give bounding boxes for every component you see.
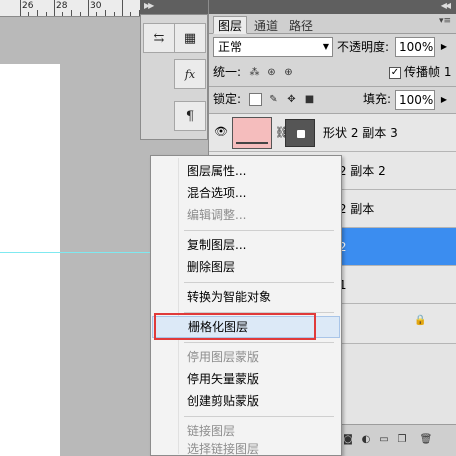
unify-visibility-icon[interactable]: ⊛ <box>265 66 278 79</box>
history-panel-button[interactable]: ⇆ <box>143 23 175 53</box>
layer-context-menu: 图层属性... 混合选项... 编辑调整... 复制图层... 删除图层 转换为… <box>150 155 342 456</box>
propagate-label: 传播帧 1 <box>404 65 452 79</box>
history-icon: ⇆ <box>153 30 165 46</box>
unify-position-icon[interactable]: ⁂ <box>248 66 261 79</box>
propagate-checkbox[interactable]: ✓ <box>389 67 401 79</box>
annotation-highlight-box <box>154 313 316 340</box>
blend-mode-select[interactable]: 正常 ▼ <box>213 37 333 57</box>
menu-separator <box>184 230 334 231</box>
ruler-label: 28 <box>56 1 68 11</box>
canvas-document[interactable] <box>0 64 60 456</box>
delete-layer-icon[interactable]: 🗑 <box>419 433 433 447</box>
lock-move-icon[interactable]: ✥ <box>285 93 298 106</box>
menu-separator <box>184 282 334 283</box>
menu-item-link-layers[interactable]: 链接图层 <box>152 420 340 442</box>
opacity-label: 不透明度: <box>337 40 390 54</box>
paragraph-icon: ¶ <box>185 108 195 124</box>
styles-panel-button[interactable]: fx <box>174 59 206 89</box>
layer-row[interactable]: 👁 ⛓ 形状 2 副本 3 <box>209 114 456 152</box>
menu-item-blending-options[interactable]: 混合选项... <box>152 182 340 204</box>
divider <box>209 86 456 87</box>
collapsed-panel-dock: ▶▶ ⇆ ▦ fx ¶ <box>140 0 208 140</box>
lock-all-icon[interactable]: ■ <box>303 93 316 106</box>
layer-lock-icon: 🔒 <box>414 315 427 326</box>
tab-layers[interactable]: 图层 <box>213 16 248 34</box>
dock-icon-strip: ⇆ ▦ fx ¶ <box>140 14 208 140</box>
add-mask-icon[interactable]: ◙ <box>341 433 355 447</box>
chevron-down-icon: ▼ <box>322 42 329 51</box>
opacity-slider-arrow-icon[interactable]: ▶ <box>437 40 451 54</box>
opacity-input[interactable]: 100% <box>395 37 435 57</box>
visibility-eye-icon[interactable]: 👁 <box>213 124 229 140</box>
adjustment-layer-icon[interactable]: ◐ <box>359 433 373 447</box>
menu-item-convert-smart-object[interactable]: 转换为智能对象 <box>152 286 340 308</box>
swatches-panel-button[interactable]: ▦ <box>174 23 206 53</box>
fill-input[interactable]: 100% <box>395 90 435 110</box>
new-group-icon[interactable]: ▭ <box>377 433 391 447</box>
lock-label: 锁定: <box>213 92 242 106</box>
menu-item-edit-adjustment[interactable]: 编辑调整... <box>152 204 340 226</box>
layer-name[interactable]: 形状 2 副本 3 <box>323 124 398 141</box>
ruler-label: 26 <box>22 1 34 11</box>
panel-header[interactable]: ◀◀ <box>209 0 456 14</box>
blend-mode-value: 正常 <box>218 40 243 54</box>
panel-menu-icon[interactable]: ▾≡ <box>439 16 451 26</box>
expand-dock-icon[interactable]: ▶▶ <box>144 1 154 10</box>
unify-style-icon[interactable]: ⊕ <box>282 66 295 79</box>
lock-paint-icon[interactable]: ✎ <box>267 93 280 106</box>
canvas-guide-line[interactable] <box>0 252 168 253</box>
menu-item-disable-layer-mask[interactable]: 停用图层蒙版 <box>152 346 340 368</box>
unify-label: 统一: <box>213 65 242 79</box>
menu-separator <box>184 416 334 417</box>
menu-item-select-linked-layers[interactable]: 选择链接图层 <box>152 440 340 456</box>
panel-tabs: 图层 通道 路径 ▾≡ <box>209 14 456 34</box>
swatches-icon: ▦ <box>183 30 197 46</box>
fill-label: 填充: <box>363 92 392 106</box>
dock-header[interactable]: ▶▶ <box>140 0 208 14</box>
tab-paths[interactable]: 路径 <box>284 16 318 34</box>
paragraph-panel-button[interactable]: ¶ <box>174 101 206 131</box>
menu-item-disable-vector-mask[interactable]: 停用矢量蒙版 <box>152 368 340 390</box>
menu-item-create-clipping-mask[interactable]: 创建剪贴蒙版 <box>152 390 340 412</box>
lock-transparency-icon[interactable] <box>249 93 262 106</box>
tab-channels[interactable]: 通道 <box>249 16 283 34</box>
vector-mask-thumbnail[interactable] <box>285 119 315 147</box>
fill-slider-arrow-icon[interactable]: ▶ <box>437 93 451 107</box>
menu-separator <box>184 342 334 343</box>
menu-item-duplicate-layer[interactable]: 复制图层... <box>152 234 340 256</box>
horizontal-ruler[interactable]: 26 28 30 <box>0 0 150 17</box>
styles-fx-icon: fx <box>184 67 196 81</box>
ruler-label: 30 <box>90 1 102 11</box>
new-layer-icon[interactable]: ❐ <box>395 433 409 447</box>
menu-item-delete-layer[interactable]: 删除图层 <box>152 256 340 278</box>
collapse-panel-icon[interactable]: ◀◀ <box>441 1 451 10</box>
layer-thumbnail[interactable] <box>232 117 272 149</box>
menu-item-layer-properties[interactable]: 图层属性... <box>152 160 340 182</box>
